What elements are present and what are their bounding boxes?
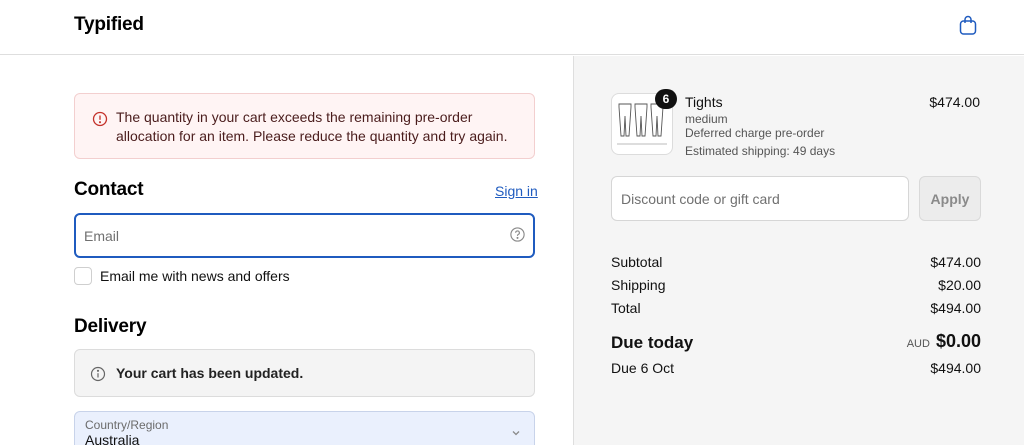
product-name: Tights: [685, 94, 723, 110]
due-today-label: Due today: [611, 333, 694, 352]
order-summary: 6 Tights medium Deferred charge pre-orde…: [573, 56, 1024, 445]
shipping-value: $20.00: [938, 277, 981, 293]
subtotal-value: $474.00: [930, 254, 981, 270]
cart-updated-message: Your cart has been updated.: [116, 365, 304, 381]
shipping-label: Shipping: [611, 277, 666, 293]
email-field[interactable]: [74, 213, 535, 258]
subtotal-label: Subtotal: [611, 254, 663, 270]
preorder-note: Deferred charge pre-order: [685, 126, 825, 140]
shipping-estimate: Estimated shipping: 49 days: [685, 144, 836, 158]
total-label: Total: [611, 300, 641, 316]
help-circle-icon[interactable]: [509, 226, 526, 243]
alert-circle-icon: [92, 111, 108, 127]
error-banner: The quantity in your cart exceeds the re…: [74, 93, 535, 159]
newsletter-label[interactable]: Email me with news and offers: [100, 268, 290, 284]
checkout-form: The quantity in your cart exceeds the re…: [0, 56, 573, 445]
country-label: Country/Region: [85, 418, 169, 432]
due-later-value: $494.00: [930, 360, 981, 376]
info-circle-icon: [90, 366, 106, 382]
due-later-label: Due 6 Oct: [611, 360, 675, 376]
country-select[interactable]: Country/Region Australia: [74, 411, 535, 445]
sign-in-link[interactable]: Sign in: [495, 183, 538, 199]
store-logo[interactable]: Typified: [74, 14, 144, 36]
due-today-value: $0.00: [935, 331, 981, 351]
shopping-bag-icon: [959, 15, 977, 35]
cart-button[interactable]: [956, 13, 980, 37]
total-value: $494.00: [930, 300, 981, 316]
product-variant: medium: [685, 112, 728, 126]
currency-code: AUD: [906, 338, 930, 350]
quantity-badge: 6: [655, 89, 677, 109]
country-value: Australia: [85, 432, 140, 445]
chevron-down-icon: [512, 431, 520, 436]
due-today-amount: AUD $0.00: [907, 331, 981, 352]
discount-field[interactable]: [611, 176, 909, 221]
discount-input[interactable]: [621, 182, 901, 215]
newsletter-checkbox[interactable]: [74, 267, 92, 285]
contact-heading: Contact: [74, 179, 144, 200]
product-price: $474.00: [929, 94, 980, 110]
apply-discount-button[interactable]: Apply: [919, 176, 981, 221]
cart-updated-banner: Your cart has been updated.: [74, 349, 535, 397]
delivery-heading: Delivery: [74, 316, 147, 337]
error-message: The quantity in your cart exceeds the re…: [116, 109, 508, 144]
header: Typified: [0, 0, 1024, 55]
email-input[interactable]: [84, 219, 484, 252]
